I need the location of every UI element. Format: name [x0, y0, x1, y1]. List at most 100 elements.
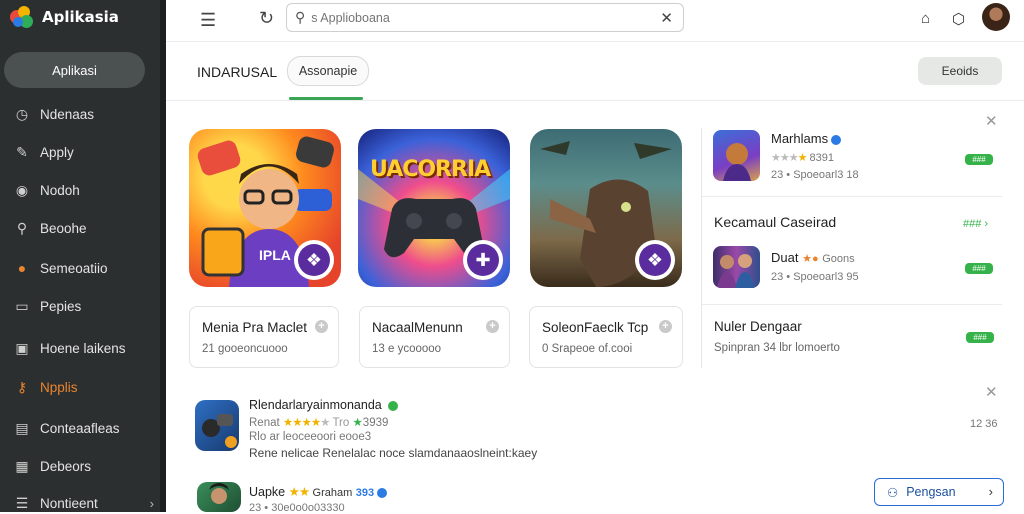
featured-icon-text: IPLA [259, 247, 291, 263]
close-icon[interactable]: ✕ [985, 383, 998, 401]
app-meta: 23 • Spoeoarl3 95 [771, 271, 859, 283]
app-title: Marhlams [771, 131, 842, 146]
featured-app-card-0[interactable]: Menia Pra Maclet + 21 gooeoncuooo [189, 306, 339, 368]
top-bar: ☰ ↻ ⚲ ✕ ⌂ ⬡ [166, 0, 1024, 42]
sidebar: Aplikasia Aplikasi ◷ Ndenaas ✎ Apply ◉ N… [0, 0, 160, 512]
app-logo-icon [10, 4, 36, 30]
verified-icon [831, 134, 842, 145]
puzzle-badge-icon: ✚ [463, 240, 503, 280]
divider [702, 304, 1002, 305]
panel-divider [701, 128, 702, 368]
user-icon: ⚇ [887, 485, 899, 500]
featured-logo-text: UACORRIA [370, 157, 491, 182]
verified-icon [377, 487, 388, 498]
sidebar-item-8[interactable]: ▤ Conteaafleas [14, 417, 154, 439]
sidebar-item-label: Conteaafleas [40, 420, 120, 436]
app-name: Nuler Dengaar [714, 319, 802, 334]
sidebar-item-0[interactable]: ◷ Ndenaas [14, 103, 154, 125]
refresh-icon[interactable]: ↻ [259, 8, 274, 29]
sidebar-item-1[interactable]: ✎ Apply [14, 141, 154, 163]
notification-icon[interactable]: ⬡ [952, 10, 965, 28]
app-name: Aplikasia [42, 8, 119, 26]
action-button[interactable]: Eeoids [918, 57, 1002, 85]
sidebar-item-10[interactable]: ☰ Nontieent › [14, 492, 154, 514]
app-meta: 23 • Spoeoarl3 18 [771, 169, 859, 181]
search-icon: ⚲ [16, 219, 28, 236]
sidebar-apps-button[interactable]: Aplikasi [4, 52, 145, 88]
app-meta: 0 Srapeoe of.cooi [542, 343, 633, 355]
chevron-right-icon: › [988, 484, 993, 499]
add-icon[interactable]: + [315, 320, 328, 333]
tab-active[interactable]: Assonapie [287, 56, 369, 86]
panel-section-title: Kecamaul Caseirad [714, 214, 837, 230]
list-item-description: Rene nelicae Renelalac noce slamdanaaosl… [249, 446, 538, 460]
featured-app-image-1[interactable]: UACORRIA ✚ [358, 129, 510, 287]
rating-stars: ★★★★ [282, 417, 321, 429]
sidebar-item-5[interactable]: ▭ Pepies [14, 295, 154, 317]
sidebar-item-label: Pepies [40, 298, 82, 314]
app-title: Duat ★● Goons [771, 250, 855, 265]
sidebar-item-6[interactable]: ▣ Hoene laikens [14, 337, 154, 359]
featured-app-card-2[interactable]: SoleonFaeclk Tcp + 0 Srapeoe of.cooi [529, 306, 683, 368]
app-rating: ★★★★ 8391 [771, 152, 835, 164]
sidebar-item-label: Npplis [40, 379, 78, 395]
close-icon[interactable]: ✕ [985, 112, 998, 130]
featured-app-card-1[interactable]: NacaalMenunn + 13 e ycooooo [359, 306, 510, 368]
app-name: Menia Pra Maclet [202, 320, 308, 335]
sidebar-item-7[interactable]: ⚷ Npplis [14, 376, 154, 398]
sidebar-item-label: Hoene laikens [40, 340, 126, 356]
featured-app-card-3[interactable]: Nuler Dengaar Spinpran 34 lbr lomoerto #… [701, 306, 1001, 368]
list-action-button[interactable]: ⚇ Pengsan › [874, 478, 1004, 506]
puzzle-badge-icon: ❖ [635, 240, 675, 280]
sidebar-item-label: Nontieent [40, 495, 98, 511]
sidebar-item-label: Apply [40, 144, 74, 160]
sidebar-item-9[interactable]: ▦ Debeors [14, 455, 154, 477]
section-link[interactable]: ### › [963, 218, 988, 230]
status-pill: ### [966, 332, 994, 343]
app-thumbnail[interactable] [197, 482, 241, 512]
app-meta: 13 e ycooooo [372, 343, 442, 355]
sidebar-item-label: Semeoatiio [40, 260, 108, 276]
add-icon[interactable]: + [659, 320, 672, 333]
sidebar-item-label: Ndenaas [40, 106, 95, 122]
clear-icon[interactable]: ✕ [660, 9, 673, 27]
app-thumbnail[interactable] [713, 246, 760, 288]
section-title: INDARUSAL [197, 64, 278, 80]
app-thumbnail[interactable] [195, 400, 239, 451]
game-badge-icon: ❖ [294, 240, 334, 280]
sidebar-item-label: Debeors [40, 458, 92, 474]
list-item-meta: Rlo ar leoceeoori eooe3 [249, 431, 372, 443]
key-icon: ⚷ [16, 378, 28, 395]
list-item-time: 12 36 [970, 418, 998, 430]
search-bar[interactable]: ⚲ ✕ [286, 3, 684, 32]
home-icon[interactable]: ⌂ [921, 10, 930, 27]
status-pill: ### [965, 263, 993, 274]
list-icon: ☰ [15, 494, 29, 511]
tab-underline [289, 97, 363, 100]
sidebar-item-4[interactable]: ● Semeoatiio [14, 257, 154, 279]
app-meta: 21 gooeoncuooo [202, 343, 288, 355]
rating-stars: ★★★★ [771, 152, 807, 164]
featured-app-image-2[interactable]: ❖ [530, 129, 682, 287]
list-item-rating: Renat ★★★★★ Tro ★3939 [249, 417, 389, 429]
app-logo[interactable]: Aplikasia [10, 4, 119, 30]
app-name: NacaalMenunn [372, 320, 463, 335]
medal-icon: ● [17, 260, 27, 276]
featured-app-image-0[interactable]: IPLA ❖ [189, 129, 341, 287]
document-icon: ▤ [15, 419, 29, 436]
search-input[interactable] [311, 10, 642, 25]
tabs-row: INDARUSAL Assonapie Eeoids [166, 43, 1024, 101]
app-thumbnail[interactable] [713, 130, 760, 181]
sidebar-item-3[interactable]: ⚲ Beoohe [14, 217, 154, 239]
chevron-right-icon: › [149, 495, 154, 511]
hamburger-menu-icon[interactable]: ☰ [200, 10, 216, 31]
list-item-title: Uapke ★★ Graham 393 [249, 484, 388, 499]
image-icon: ▣ [15, 339, 29, 356]
add-icon[interactable]: + [486, 320, 499, 333]
pen-icon: ✎ [16, 143, 28, 160]
user-avatar[interactable] [982, 3, 1010, 31]
divider [702, 196, 1002, 197]
sidebar-item-2[interactable]: ◉ Nodoh [14, 179, 154, 201]
app-meta: Spinpran 34 lbr lomoerto [714, 342, 840, 354]
sidebar-item-label: Nodoh [40, 182, 80, 198]
